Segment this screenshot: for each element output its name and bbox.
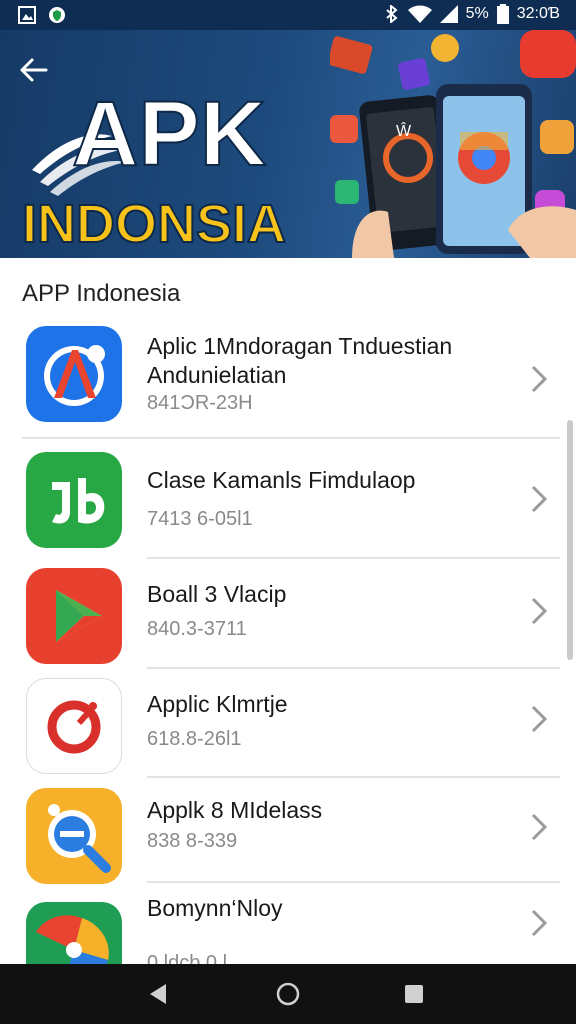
magnifier-icon [26,788,122,884]
back-icon[interactable] [146,982,170,1006]
app-name: Aplic 1Mndoragan Tnduestian Andunielatia… [147,333,453,388]
app-version: 7413 6-05Ɩ1 [147,508,253,530]
list-item[interactable]: Clase Kamanls Fimdulaop 7413 6-05Ɩ1 [0,444,576,558]
red-ring-icon [26,678,122,774]
divider [147,776,560,778]
bluetooth-icon [385,5,398,23]
play-icon [26,568,122,664]
divider [22,437,560,439]
section-title: APP Indonesia [22,280,181,307]
chevron-right-icon [531,813,548,841]
list-item[interactable]: Applic Klmrtje 618.8-26Ɩ1 [0,676,576,776]
app-name: Boall 3 Vlacip [147,581,287,607]
status-time: 32:0Ɓ [516,5,560,22]
chevron-right-icon [531,705,548,733]
divider [147,667,560,669]
chevron-right-icon [531,597,548,625]
app-name: Clase Kamanls Fimdulaop [147,467,416,493]
app-version: 840.3-3711 [147,618,247,640]
brand-logo: APK INDONSIA [21,82,287,255]
signal-icon [439,5,458,23]
battery-icon [496,4,509,24]
list-item[interactable]: Applk 8 MIdelass 838 8-339 [0,784,576,884]
phones-illustration: Ŵ [330,30,576,258]
compass-a-icon [26,326,122,422]
app-name: Applk 8 MIdelass [147,797,323,823]
app-version: 838 8-339 [147,830,238,852]
scrollbar[interactable] [567,420,573,660]
chevron-right-icon [531,485,548,513]
list-item[interactable]: Bomynn‘Nloy 0.ldcb.0.l [0,890,576,964]
recents-icon[interactable] [402,982,426,1006]
status-bar: 5% 32:0Ɓ [0,0,576,30]
navigation-bar [0,964,576,1024]
header-banner: APK INDONSIA Ŵ [0,30,576,258]
fan-icon [26,902,122,964]
wifi-icon [407,5,432,23]
list-item[interactable]: Aplic 1Mndoragan Tnduestian Andunielatia… [0,320,576,438]
app-name: Applic Klmrtje [147,691,288,717]
brand-bottom-text: INDONSIA [22,194,286,254]
app-version: 618.8-26Ɩ1 [147,728,242,750]
divider [147,881,560,883]
app-version: 0.ldcb.0.l [147,952,228,964]
chevron-right-icon [531,909,548,937]
chevron-right-icon [531,365,548,393]
app-name: Bomynn‘Nloy [147,895,283,921]
app-version: 841ƆR-23H [147,392,253,414]
battery-text: 5% [465,5,489,22]
shield-icon [49,7,65,23]
green-jb-icon [26,452,122,548]
brand-top-text: APK [72,83,266,185]
phone-screen-text: Ŵ [396,121,412,140]
divider [147,557,560,559]
list-item[interactable]: Boall 3 Vlacip 840.3-3711 [0,566,576,668]
gallery-icon [18,6,36,24]
home-icon[interactable] [276,982,300,1006]
